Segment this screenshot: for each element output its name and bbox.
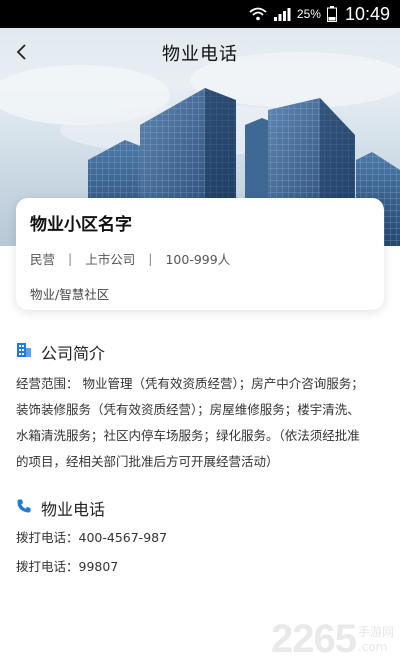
watermark-site-url: .com	[357, 640, 388, 654]
screen: 25% 10:49 物业电话 物业小区名字 民营 | 上市公司 | 100-99…	[0, 0, 400, 666]
intro-line: 的项目，经相关部门批准后方可开展经营活动）	[16, 454, 279, 469]
building-icon	[16, 342, 32, 362]
wifi-icon	[249, 7, 267, 21]
watermark-site: 手游网 .com	[356, 623, 394, 662]
battery-icon	[326, 6, 337, 22]
phone-icon	[16, 498, 32, 518]
intro-section-title: 公司简介	[41, 344, 106, 363]
company-tags: 民营 | 上市公司 | 100-999人	[30, 249, 370, 268]
page-title: 物业电话	[162, 44, 238, 65]
phone-number-2[interactable]: 拨打电话：99807	[16, 556, 118, 575]
intro-line: 装饰装修服务（凭有效资质经营）；房屋维修服务；楼宇清洗、	[16, 402, 360, 417]
intro-text: 经营范围： 物业管理（凭有效资质经营）；房产中介咨询服务； 装饰装修服务（凭有效…	[16, 371, 386, 475]
clock-time: 10:49	[344, 3, 390, 24]
signal-icon	[273, 7, 291, 21]
phone-section-header: 物业电话	[16, 496, 105, 520]
tag-size: 100-999人	[165, 252, 231, 267]
watermark-number: 2265	[271, 617, 357, 661]
company-industry: 物业/智慧社区	[30, 287, 110, 302]
status-bar: 25% 10:49	[0, 0, 400, 28]
site-watermark: 2265 手游网 .com	[271, 617, 394, 662]
battery-percent: 25%	[296, 7, 321, 21]
tag-separator: |	[68, 251, 73, 266]
tag-separator: |	[148, 251, 153, 266]
tag-ownership: 民营	[30, 252, 56, 267]
watermark-site-cn: 手游网	[357, 625, 394, 639]
tag-listing: 上市公司	[85, 252, 136, 267]
phone-number-1[interactable]: 拨打电话：400-4567-987	[16, 527, 167, 546]
phone-section-title: 物业电话	[41, 500, 106, 519]
company-card: 物业小区名字 民营 | 上市公司 | 100-999人 物业/智慧社区	[16, 198, 384, 310]
company-name: 物业小区名字	[30, 215, 132, 235]
intro-line: 经营范围： 物业管理（凭有效资质经营）；房产中介咨询服务；	[16, 376, 364, 391]
intro-line: 水箱清洗服务；社区内停车场服务；绿化服务。（依法须经批准	[16, 428, 360, 443]
navigation-bar: 物业电话	[0, 28, 400, 80]
intro-section-header: 公司简介	[16, 340, 105, 364]
